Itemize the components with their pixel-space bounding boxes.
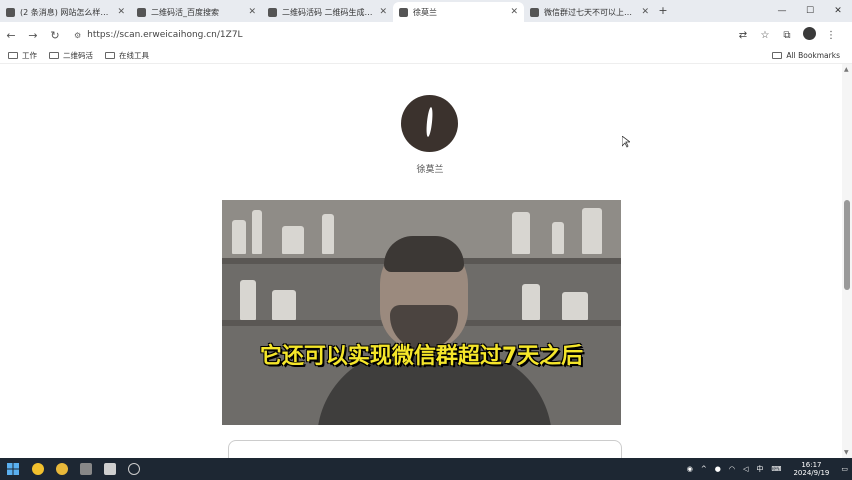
tab-close-icon[interactable]: ✕	[248, 7, 256, 17]
new-tab-button[interactable]: +	[655, 2, 671, 22]
profile-avatar-large	[401, 95, 458, 152]
bookmark-label: 在线工具	[119, 51, 149, 60]
tab-favicon-icon	[399, 7, 408, 17]
tab-bar: (2 条消息) 网站怎么样被引用... ✕ 二维码活_百度搜索 ✕ 二维码活码 …	[0, 0, 852, 22]
folder-icon	[49, 52, 59, 59]
ime-indicator[interactable]: 中	[756, 464, 763, 474]
system-tray: ◉ ^ ● ◠ ◁ 中 ⌨ 16:17 2024/9/19 ▭	[683, 458, 852, 480]
ime-mode-icon[interactable]: ⌨	[771, 465, 781, 473]
bottle-shape	[272, 290, 296, 320]
folder-icon	[772, 52, 783, 59]
back-icon[interactable]: ←	[0, 29, 22, 42]
tab-close-icon[interactable]: ✕	[641, 7, 649, 17]
tab-favicon-icon	[268, 7, 277, 17]
bottle-shape	[552, 222, 564, 254]
bottle-shape	[582, 208, 602, 254]
tab-favicon-icon	[6, 7, 15, 17]
taskbar-clock[interactable]: 16:17 2024/9/19	[793, 461, 829, 477]
bookmark-folder-qrcode[interactable]: 二维码活	[49, 50, 93, 61]
taskbar-app-other[interactable]	[122, 463, 146, 475]
tab-favicon-icon	[530, 7, 539, 17]
reload-icon[interactable]: ↻	[44, 29, 66, 42]
bottle-shape	[252, 210, 262, 254]
tab-1[interactable]: (2 条消息) 网站怎么样被引用... ✕	[0, 2, 131, 22]
taskbar-app-browser[interactable]	[26, 463, 50, 475]
notifications-icon[interactable]: ▭	[841, 465, 848, 473]
windows-taskbar: ◉ ^ ● ◠ ◁ 中 ⌨ 16:17 2024/9/19 ▭	[0, 458, 852, 480]
tab-2[interactable]: 二维码活_百度搜索 ✕	[131, 2, 262, 22]
taskbar-app-files[interactable]	[98, 463, 122, 475]
tab-title: 二维码活_百度搜索	[151, 7, 219, 17]
video-subtitle: 它还可以实现微信群超过7天之后	[259, 344, 584, 369]
toolbar-actions: ⇄ ☆ ⧉ ⋮	[732, 27, 842, 43]
page-content: 徐莫兰 它还可以实现微信群超过7天之后	[0, 64, 842, 460]
taskbar-app-settings[interactable]	[74, 463, 98, 475]
start-button[interactable]	[0, 460, 26, 479]
mic-icon[interactable]: ●	[715, 465, 721, 473]
tab-title: (2 条消息) 网站怎么样被引用...	[20, 7, 113, 17]
bookmarks-bar: 工作 二维码活 在线工具 All Bookmarks	[0, 48, 852, 64]
tab-close-icon[interactable]: ✕	[379, 7, 387, 17]
bookmark-folder-work[interactable]: 工作	[8, 50, 37, 61]
scroll-down-icon[interactable]: ▼	[844, 449, 849, 456]
clock-time: 16:17	[801, 461, 822, 469]
bottle-shape	[232, 220, 246, 254]
site-info-icon[interactable]: ⚙	[74, 31, 81, 40]
tab-title: 二维码活码 二维码生成器(平台)	[282, 7, 376, 17]
bottle-shape	[322, 214, 334, 254]
close-window-icon[interactable]: ✕	[824, 0, 852, 22]
bottle-shape	[240, 280, 256, 320]
maximize-icon[interactable]: ☐	[796, 0, 824, 22]
folder-icon	[8, 52, 18, 59]
bookmark-star-icon[interactable]: ☆	[754, 30, 776, 41]
extensions-icon[interactable]: ⧉	[776, 30, 798, 41]
bookmark-folder-tools[interactable]: 在线工具	[105, 50, 149, 61]
mouse-cursor-icon	[622, 136, 630, 148]
tab-close-icon[interactable]: ✕	[117, 7, 125, 17]
tab-4-active[interactable]: 徐莫兰 ✕	[393, 2, 524, 22]
translate-icon[interactable]: ⇄	[732, 30, 754, 41]
tab-5[interactable]: 微信群过七天不可以上码的原因 ✕	[524, 2, 655, 22]
tab-close-icon[interactable]: ✕	[510, 7, 518, 17]
tray-chevron-icon[interactable]: ^	[701, 465, 707, 473]
bottle-shape	[562, 292, 588, 320]
bookmark-label: 二维码活	[63, 51, 93, 60]
tab-title: 徐莫兰	[413, 7, 437, 17]
address-bar[interactable]: ⚙ https://scan.erweicaihong.cn/1Z7L	[74, 25, 732, 45]
content-card	[228, 440, 622, 460]
tab-title: 微信群过七天不可以上码的原因	[544, 7, 637, 17]
address-text: https://scan.erweicaihong.cn/1Z7L	[87, 30, 243, 40]
avatar-logo-mark	[425, 106, 434, 138]
video-player[interactable]: 它还可以实现微信群超过7天之后	[222, 200, 621, 425]
menu-icon[interactable]: ⋮	[820, 30, 842, 41]
tab-favicon-icon	[137, 7, 146, 17]
window-controls: — ☐ ✕	[768, 0, 852, 22]
bottle-shape	[282, 226, 304, 254]
minimize-icon[interactable]: —	[768, 0, 796, 22]
clock-date: 2024/9/19	[793, 469, 830, 477]
person-hair	[384, 236, 464, 272]
scroll-up-icon[interactable]: ▲	[844, 66, 849, 73]
all-bookmarks-label: All Bookmarks	[786, 51, 840, 60]
volume-icon[interactable]: ◁	[743, 465, 748, 473]
profile-name: 徐莫兰	[416, 165, 444, 175]
all-bookmarks-button[interactable]: All Bookmarks	[772, 51, 840, 60]
tab-3[interactable]: 二维码活码 二维码生成器(平台) ✕	[262, 2, 393, 22]
network-icon[interactable]: ◉	[687, 465, 693, 473]
wifi-icon[interactable]: ◠	[729, 465, 735, 473]
forward-icon[interactable]: →	[22, 29, 44, 42]
page-scrollbar[interactable]: ▲ ▼	[842, 64, 852, 458]
browser-toolbar: ← → ↻ ⚙ https://scan.erweicaihong.cn/1Z7…	[0, 22, 852, 48]
bottle-shape	[512, 212, 530, 254]
windows-logo-icon	[7, 462, 19, 475]
scrollbar-thumb[interactable]	[844, 200, 850, 290]
taskbar-app-chrome[interactable]	[50, 463, 74, 475]
bookmark-label: 工作	[22, 51, 37, 60]
folder-icon	[105, 52, 115, 59]
bottle-shape	[522, 284, 540, 320]
profile-avatar[interactable]	[798, 27, 820, 43]
